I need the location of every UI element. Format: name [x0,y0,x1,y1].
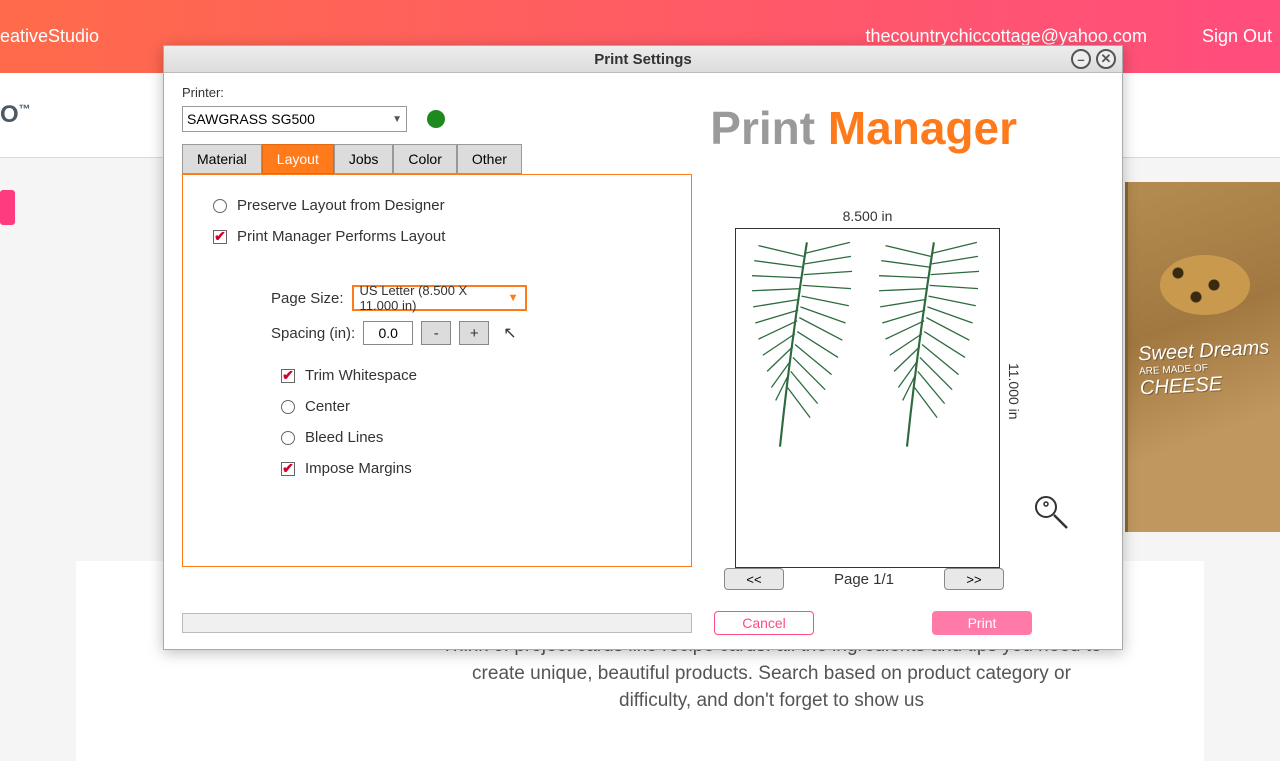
user-email: thecountrychiccottage@yahoo.com [866,26,1147,47]
spacing-decrement[interactable]: - [421,321,451,345]
check-bleed-lines[interactable] [281,431,295,445]
check-bleed-label: Bleed Lines [305,429,383,446]
prev-page-button[interactable]: << [724,568,784,590]
check-center[interactable] [281,400,295,414]
page-navigator: << Page 1/1 >> [724,568,1004,590]
app-name-fragment: eativeStudio [0,26,99,47]
dialog-titlebar: Print Settings – ✕ [164,46,1122,73]
printer-label: Printer: [182,85,224,100]
check-impose-margins[interactable]: ✔ [281,462,295,476]
cancel-button[interactable]: Cancel [714,611,814,635]
page-height-label: 11.000 in [1006,363,1022,420]
page-size-label: Page Size: [271,290,344,307]
board-caption: Sweet Dreams ARE MADE OF CHEESE [1137,337,1271,401]
check-trim-whitespace[interactable]: ✔ [281,369,295,383]
print-button[interactable]: Print [932,611,1032,635]
radio-preserve-layout[interactable] [213,199,227,213]
minimize-icon[interactable]: – [1071,49,1091,69]
check-center-label: Center [305,398,350,415]
printer-status-dot [427,110,445,128]
check-trim-label: Trim Whitespace [305,367,417,384]
signout-link[interactable]: Sign Out [1202,26,1272,47]
spacing-input[interactable] [363,321,413,345]
spacing-increment[interactable]: + [459,321,489,345]
radio-pm-label: Print Manager Performs Layout [237,228,445,245]
progress-bar [182,613,692,633]
page-indicator: Page 1/1 [834,571,894,588]
next-page-button[interactable]: >> [944,568,1004,590]
preview-page [735,228,1000,568]
preview-image-2 [871,237,986,452]
radio-pm-layout[interactable]: ✔ [213,230,227,244]
tab-jobs[interactable]: Jobs [334,144,394,174]
print-settings-dialog: Print Settings – ✕ Printer: SAWGRASS SG5… [163,45,1123,650]
preview-image-1 [744,237,859,452]
chevron-down-icon: ▼ [392,114,402,125]
tab-material[interactable]: Material [182,144,262,174]
spacing-label: Spacing (in): [271,325,355,342]
logo-fragment: O™ [0,101,31,129]
page-size-select[interactable]: US Letter (8.500 X 11.000 in) ▼ [352,285,527,311]
layout-panel: Preserve Layout from Designer ✔ Print Ma… [182,174,692,567]
zoom-icon[interactable] [1032,493,1070,538]
leopard-decal [1160,255,1250,315]
pink-side-tab[interactable] [0,190,15,225]
print-manager-logo: Print Manager [710,101,1017,155]
tab-other[interactable]: Other [457,144,522,174]
printer-select[interactable]: SAWGRASS SG500 ▼ [182,106,407,132]
check-margins-label: Impose Margins [305,460,412,477]
page-width-label: 8.500 in [735,208,1000,224]
chevron-down-icon: ▼ [508,292,519,304]
tab-layout[interactable]: Layout [262,144,334,174]
radio-preserve-label: Preserve Layout from Designer [237,197,445,214]
dialog-title: Print Settings [594,51,692,68]
cursor-icon: ↖ [503,323,516,343]
tab-color[interactable]: Color [393,144,456,174]
page-preview: 8.500 in [735,208,1000,568]
close-icon[interactable]: ✕ [1096,49,1116,69]
